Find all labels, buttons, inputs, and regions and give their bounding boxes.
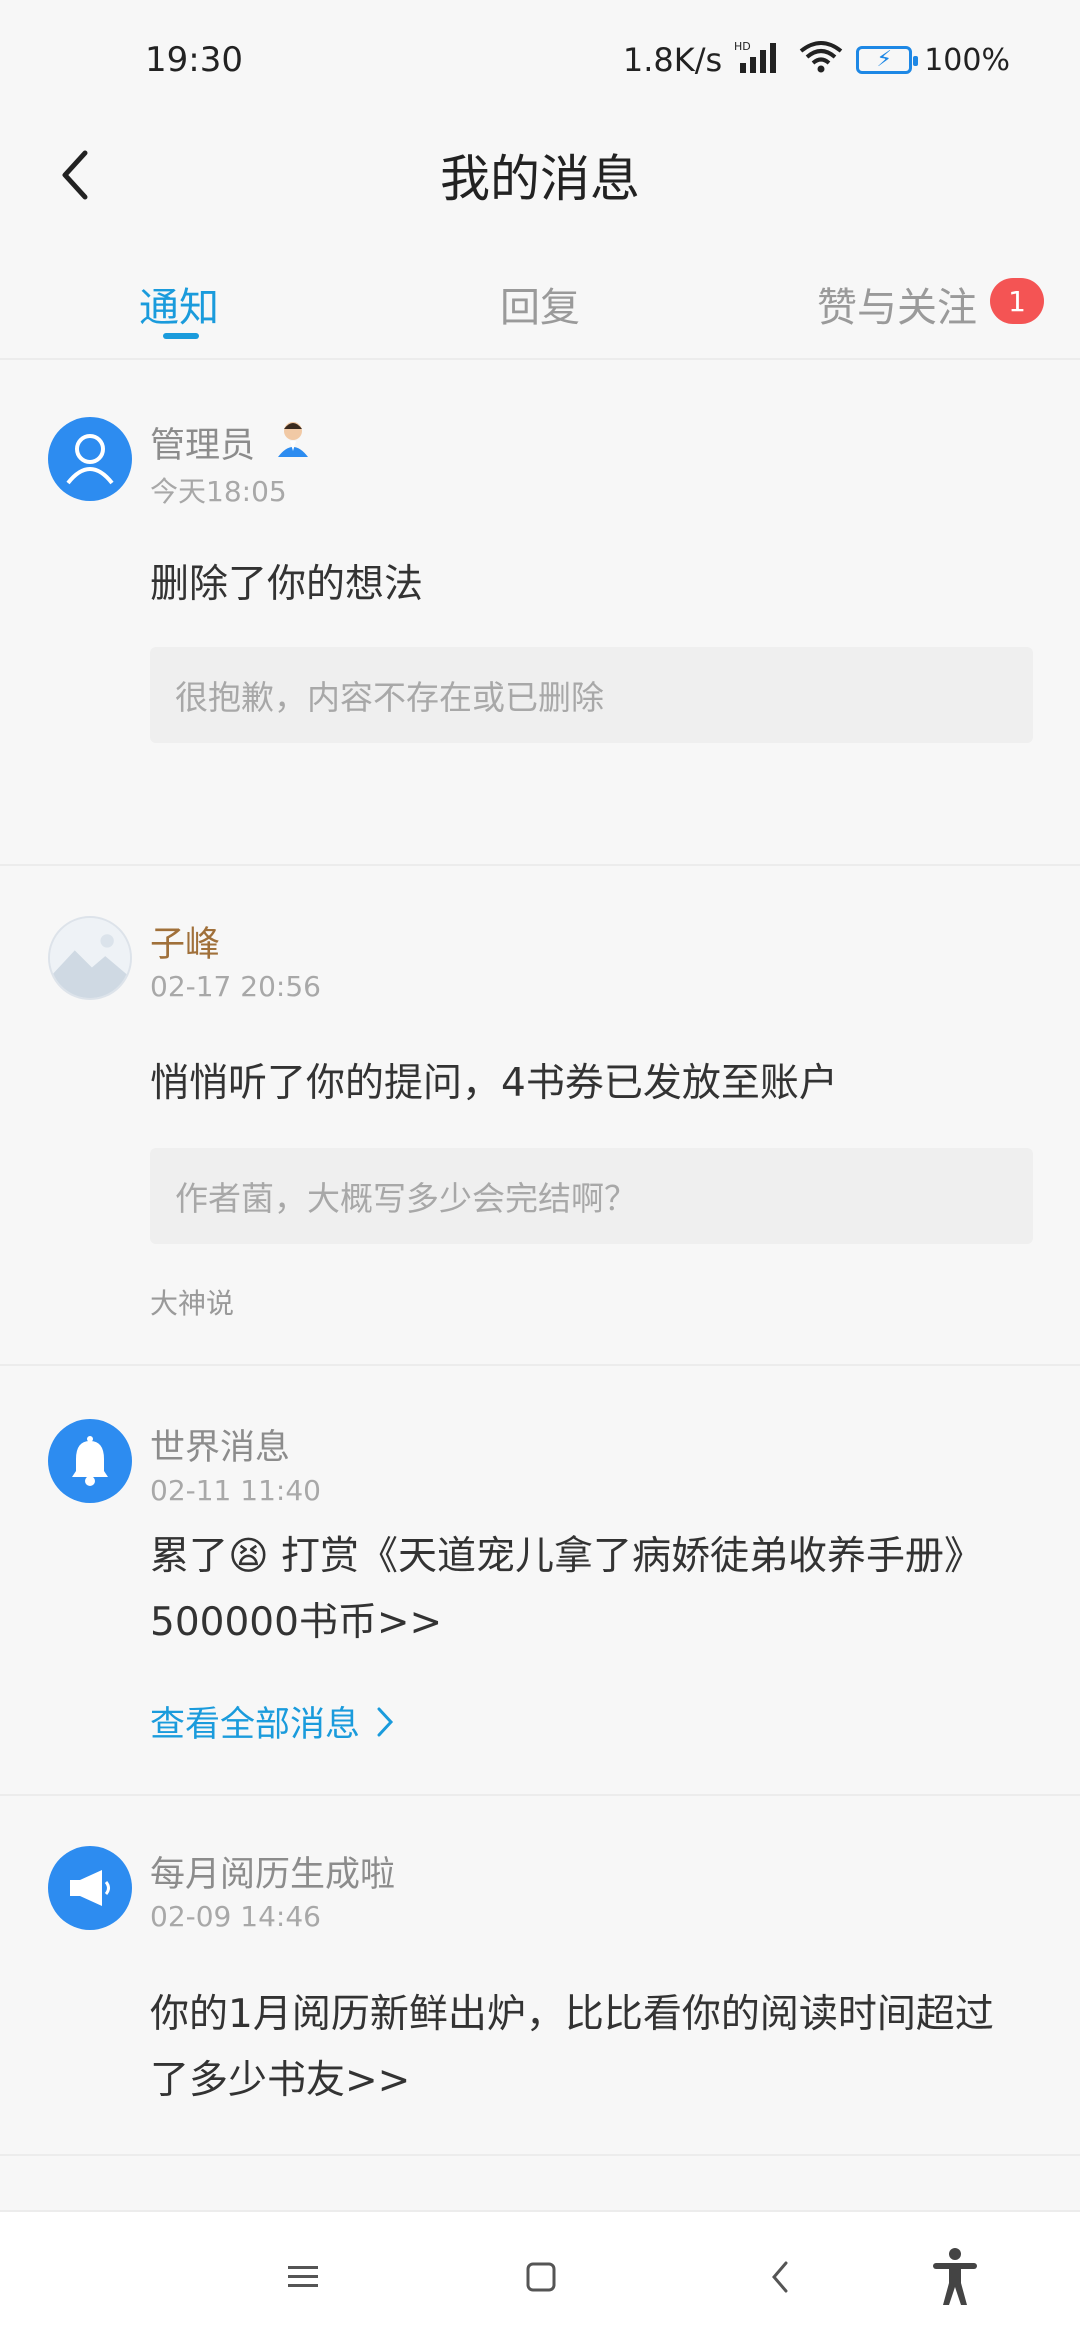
quoted-content[interactable]: 作者菌，大概写多少会完结啊？ bbox=[150, 1148, 1033, 1244]
megaphone-icon bbox=[70, 1870, 110, 1906]
sender-name: 管理员 bbox=[150, 426, 256, 466]
admin-badge-icon bbox=[272, 417, 314, 463]
user-icon bbox=[66, 434, 114, 485]
system-back-button[interactable] bbox=[745, 2242, 815, 2312]
avatar[interactable] bbox=[48, 1846, 132, 1930]
page-title: 我的消息 bbox=[440, 150, 640, 208]
quoted-content[interactable]: 很抱歉，内容不存在或已删除 bbox=[150, 647, 1033, 743]
message-item[interactable]: 子峰 02-17 20:56 悄悄听了你的提问，4书券已发放至账户 作者菌，大概… bbox=[0, 866, 1080, 1366]
app-bar: 我的消息 bbox=[0, 120, 1080, 230]
svg-text:HD: HD bbox=[734, 40, 751, 53]
message-item[interactable]: 世界消息 02-11 11:40 累了😫 打赏《天道宠儿拿了病娇徒弟收养手册》5… bbox=[0, 1366, 1080, 1796]
message-time: 02-09 14:46 bbox=[150, 1900, 321, 1933]
back-chevron-icon bbox=[772, 2261, 788, 2293]
message-body: 删除了你的想法 bbox=[150, 562, 424, 607]
message-body: 累了😫 打赏《天道宠儿拿了病娇徒弟收养手册》500000书币>> bbox=[150, 1534, 984, 1645]
tab-badge: 1 bbox=[990, 278, 1044, 324]
tab-bar: 通知 回复 赞与关注 bbox=[0, 250, 1080, 360]
message-body: 悄悄听了你的提问，4书券已发放至账户 bbox=[150, 1061, 838, 1106]
message-source: 大神说 bbox=[150, 1287, 235, 1320]
accessibility-icon bbox=[933, 2248, 977, 2305]
message-item[interactable]: 每月阅历生成啦 02-09 14:46 你的1月阅历新鲜出炉，比比看你的阅读时间… bbox=[0, 1796, 1080, 2156]
avatar[interactable] bbox=[48, 1419, 132, 1503]
chevron-right-icon bbox=[377, 1707, 394, 1736]
tab-likes-follows[interactable]: 赞与关注 bbox=[817, 275, 977, 333]
view-all-messages-link[interactable]: 查看全部消息 bbox=[150, 1696, 394, 1747]
menu-button[interactable] bbox=[268, 2242, 338, 2312]
accessibility-button[interactable] bbox=[920, 2242, 990, 2312]
sender-name: 世界消息 bbox=[150, 1428, 291, 1468]
sender-name: 子峰 bbox=[150, 925, 221, 965]
tab-replies[interactable]: 回复 bbox=[500, 275, 580, 333]
system-nav-bar bbox=[0, 2210, 1080, 2340]
home-button[interactable] bbox=[506, 2242, 576, 2312]
avatar[interactable] bbox=[48, 916, 132, 1000]
status-icons: 1.8K/s HD ⚡ 100% bbox=[623, 39, 1010, 82]
back-arrow-icon bbox=[62, 150, 88, 200]
message-time: 02-11 11:40 bbox=[150, 1474, 321, 1507]
message-body: 你的1月阅历新鲜出炉，比比看你的阅读时间超过了多少书友>> bbox=[150, 1992, 994, 2103]
message-item[interactable]: 管理员 今天18:05 删除了你的想法 很抱歉，内容不存在或已删除 bbox=[0, 362, 1080, 866]
battery-percent: 100% bbox=[924, 42, 1010, 78]
wifi-icon bbox=[798, 39, 844, 82]
message-time: 今天18:05 bbox=[150, 475, 287, 508]
battery-icon: ⚡ bbox=[856, 46, 919, 74]
bell-icon bbox=[72, 1436, 108, 1486]
status-time: 19:30 bbox=[145, 40, 243, 80]
signal-icon: HD bbox=[734, 39, 786, 82]
menu-icon bbox=[288, 2266, 318, 2287]
avatar[interactable] bbox=[48, 417, 132, 501]
sender-name: 每月阅历生成啦 bbox=[150, 1855, 396, 1895]
landscape-avatar-icon bbox=[50, 918, 130, 998]
message-time: 02-17 20:56 bbox=[150, 970, 321, 1003]
network-speed: 1.8K/s bbox=[622, 41, 723, 79]
status-bar: 19:30 1.8K/s HD ⚡ 100% bbox=[0, 0, 1080, 120]
back-button[interactable] bbox=[40, 140, 110, 210]
home-square-icon bbox=[526, 2262, 556, 2292]
active-tab-indicator bbox=[163, 333, 199, 339]
tab-notifications[interactable]: 通知 bbox=[139, 275, 219, 333]
view-all-label: 查看全部消息 bbox=[150, 1705, 361, 1745]
